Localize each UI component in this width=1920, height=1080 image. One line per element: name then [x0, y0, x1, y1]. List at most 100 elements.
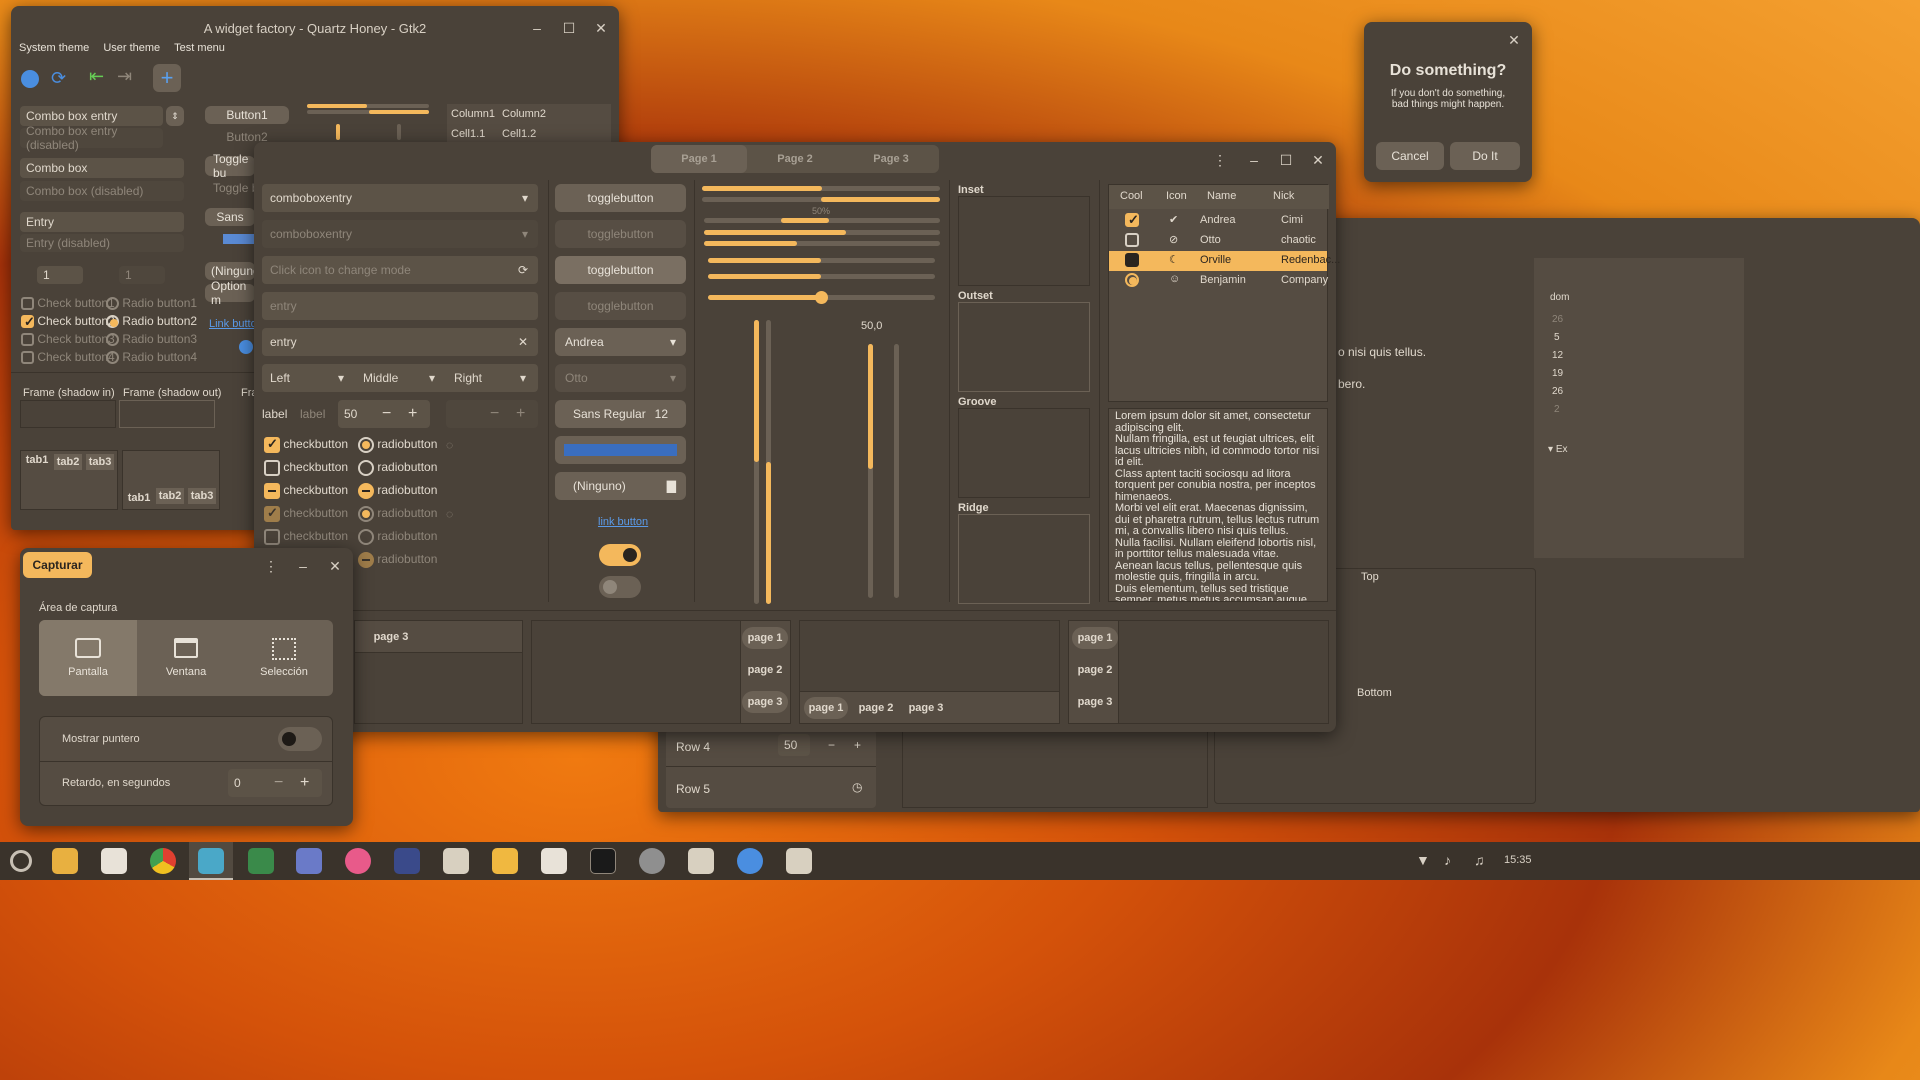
- menu-test[interactable]: Test menu: [174, 42, 225, 54]
- font-button[interactable]: Sans: [205, 208, 255, 226]
- align-right[interactable]: Right: [454, 371, 482, 385]
- nb2-tab-2[interactable]: page 2: [742, 659, 788, 681]
- link-button[interactable]: Link butto: [209, 318, 257, 330]
- app-icon[interactable]: [688, 848, 714, 874]
- align-middle[interactable]: Middle: [363, 371, 398, 385]
- tab-b-2[interactable]: tab2: [156, 488, 184, 504]
- factory-app-icon[interactable]: [737, 848, 763, 874]
- store-icon[interactable]: [101, 848, 127, 874]
- color-button[interactable]: [555, 436, 686, 464]
- refresh-icon[interactable]: ⟳: [51, 68, 66, 89]
- button1[interactable]: Button1: [205, 106, 289, 124]
- cal-4[interactable]: 19: [1552, 368, 1563, 379]
- radio2[interactable]: Radio button2: [106, 314, 197, 329]
- wifi-icon[interactable]: ▼: [1416, 852, 1430, 868]
- delay-spin[interactable]: 0− +: [228, 769, 322, 797]
- sheets-icon[interactable]: [248, 848, 274, 874]
- minimize-icon[interactable]: –: [293, 556, 313, 576]
- settings-icon[interactable]: [639, 848, 665, 874]
- mode-screen[interactable]: Pantalla: [39, 620, 137, 696]
- tab-b-1[interactable]: tab1: [124, 490, 154, 506]
- tree-cell12[interactable]: Cell1.2: [502, 128, 536, 140]
- launcher-icon[interactable]: [10, 850, 32, 872]
- cal-5[interactable]: 26: [1552, 386, 1563, 397]
- clock[interactable]: 15:35: [1504, 854, 1532, 866]
- combo-entry-arrow[interactable]: ⇕: [166, 106, 184, 126]
- do-it-button[interactable]: Do It: [1450, 142, 1520, 170]
- radio-off[interactable]: radiobutton: [358, 460, 437, 476]
- add-icon[interactable]: +: [153, 64, 181, 92]
- notes-icon[interactable]: [443, 848, 469, 874]
- check-off[interactable]: checkbutton: [264, 460, 348, 476]
- music-icon[interactable]: ♫: [1474, 852, 1485, 868]
- close-icon[interactable]: ✕: [591, 18, 611, 38]
- check-mixed[interactable]: checkbutton: [264, 483, 348, 499]
- radio3[interactable]: Radio button3: [106, 332, 197, 347]
- pointer-switch[interactable]: [278, 727, 322, 751]
- tree-row-selected[interactable]: ☾ Orville Redenbac...: [1109, 251, 1340, 271]
- screenshot-icon[interactable]: [198, 848, 224, 874]
- about-icon[interactable]: [21, 70, 39, 88]
- tab-a-2[interactable]: tab2: [54, 454, 82, 470]
- tab-page-3[interactable]: Page 3: [843, 145, 939, 173]
- row4-spin[interactable]: 50: [778, 734, 810, 756]
- togglebutton-3[interactable]: togglebutton: [555, 256, 686, 284]
- nb3-tab-2[interactable]: page 2: [854, 697, 898, 719]
- nb3-tab-3[interactable]: page 3: [904, 697, 948, 719]
- combo-box[interactable]: Combo box: [20, 158, 184, 178]
- scale-handle[interactable]: [815, 291, 828, 304]
- tree-col1[interactable]: Column1: [451, 108, 495, 120]
- mail-icon[interactable]: [492, 848, 518, 874]
- vscale-4[interactable]: [894, 344, 899, 598]
- close-icon[interactable]: ✕: [325, 556, 345, 576]
- nb2-tab-1[interactable]: page 1: [742, 627, 788, 649]
- nb4-tab-1[interactable]: page 1: [1072, 627, 1118, 649]
- comboboxentry-1[interactable]: comboboxentry ▾: [262, 184, 538, 212]
- check3[interactable]: Check button3: [21, 332, 115, 347]
- file-chooser[interactable]: (Ninguno: [205, 262, 260, 280]
- col-icon[interactable]: Icon: [1166, 190, 1187, 202]
- togglebutton-1[interactable]: togglebutton: [555, 184, 686, 212]
- color-button[interactable]: [223, 234, 255, 244]
- spin-1[interactable]: 1: [37, 266, 83, 284]
- entry-placeholder[interactable]: entry: [262, 292, 538, 320]
- icon-entry[interactable]: Click icon to change mode ⟳: [262, 256, 538, 284]
- col-nick[interactable]: Nick: [1273, 190, 1294, 202]
- tab-page-2[interactable]: Page 2: [747, 145, 843, 173]
- bell-icon[interactable]: ♪: [1444, 852, 1451, 868]
- entry[interactable]: Entry: [20, 212, 184, 232]
- nb2-tab-3[interactable]: page 3: [742, 691, 788, 713]
- check4[interactable]: Check button4: [21, 350, 115, 365]
- go-first-icon[interactable]: ⇤: [89, 66, 104, 87]
- menu-icon[interactable]: ⋮: [261, 556, 281, 576]
- row4-minus[interactable]: −: [828, 738, 835, 752]
- align-left[interactable]: Left: [270, 371, 290, 385]
- minus-icon[interactable]: −: [274, 774, 283, 792]
- entry-clearable[interactable]: entry ✕: [262, 328, 538, 356]
- spin-button[interactable]: 50− +: [338, 400, 430, 428]
- nb1-tab-page-3[interactable]: page 3: [369, 629, 413, 645]
- radio-mixed[interactable]: radiobutton: [358, 483, 437, 499]
- plus-icon[interactable]: +: [408, 405, 417, 423]
- files-icon[interactable]: [52, 848, 78, 874]
- col-name[interactable]: Name: [1207, 190, 1236, 202]
- check2[interactable]: Check button2: [21, 314, 115, 330]
- menu-user-theme[interactable]: User theme: [103, 42, 160, 54]
- check-on[interactable]: checkbutton: [264, 436, 348, 453]
- cal-1[interactable]: 26: [1552, 314, 1563, 325]
- maximize-icon[interactable]: ☐: [559, 18, 579, 38]
- tree-row[interactable]: ✔ Andrea Cimi: [1109, 211, 1327, 231]
- cal-3[interactable]: 12: [1552, 350, 1563, 361]
- mode-window[interactable]: Ventana: [137, 620, 235, 696]
- minus-icon[interactable]: −: [382, 405, 391, 423]
- image-viewer-icon[interactable]: [296, 848, 322, 874]
- menu-icon[interactable]: ⋮: [1210, 150, 1230, 170]
- capture-button[interactable]: Capturar: [23, 552, 92, 578]
- check1[interactable]: Check button1: [21, 296, 115, 311]
- minimize-icon[interactable]: –: [527, 18, 547, 38]
- link-button[interactable]: link button: [598, 516, 648, 528]
- switch-on[interactable]: [599, 544, 641, 566]
- row5-clock-icon[interactable]: ◷: [852, 780, 862, 794]
- font-button[interactable]: Sans Regular 12: [555, 400, 686, 428]
- minimize-icon[interactable]: –: [1244, 150, 1264, 170]
